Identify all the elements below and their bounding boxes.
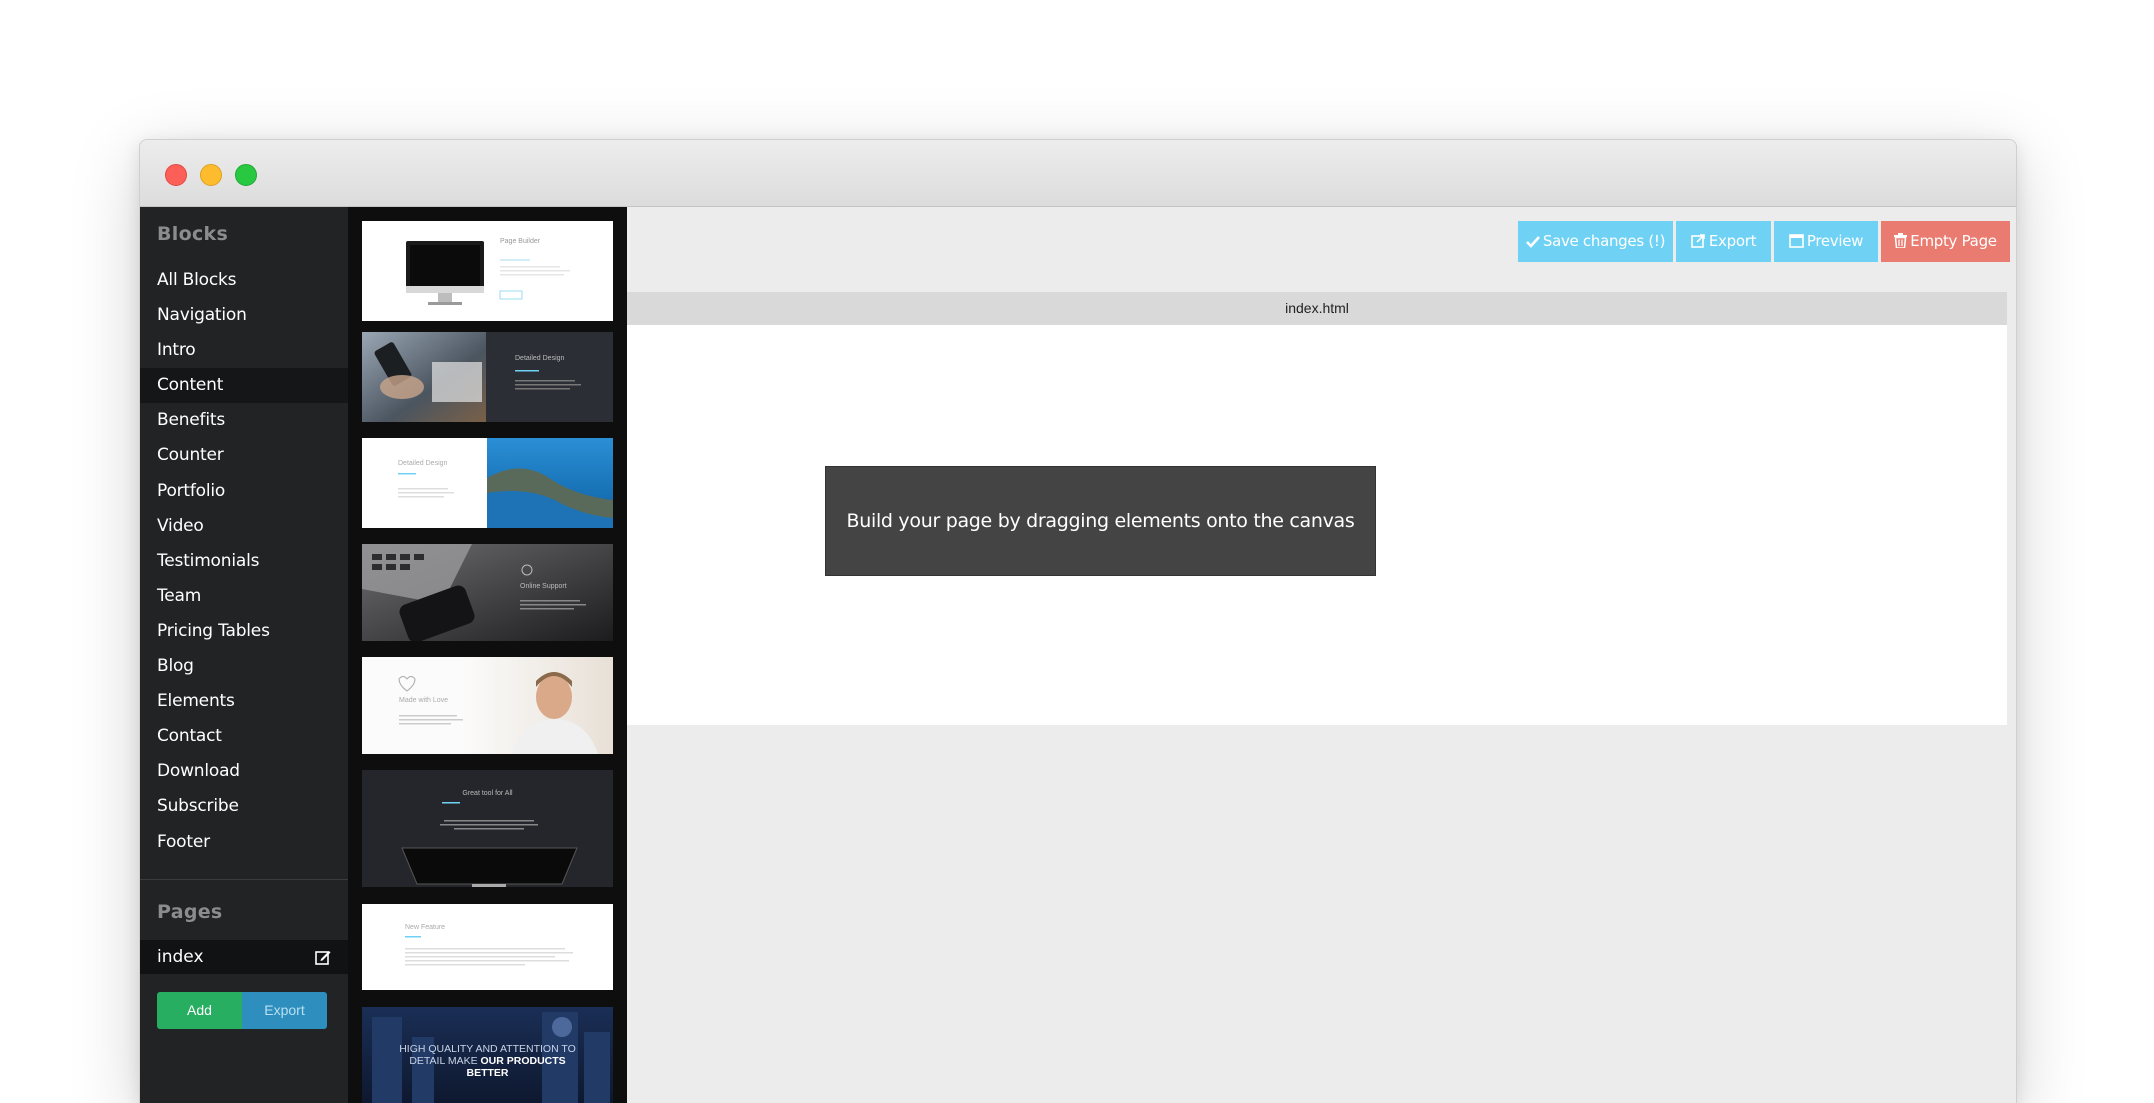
sidebar-item-pricing-tables[interactable]: Pricing Tables xyxy=(140,614,348,649)
thumbnail-title: Detailed Design xyxy=(398,460,448,467)
edit-page-icon[interactable] xyxy=(315,949,331,965)
thumbnail-title: Made with Love xyxy=(399,697,449,704)
export-icon xyxy=(1691,234,1705,248)
sidebar-item-elements[interactable]: Elements xyxy=(140,684,348,719)
sidebar-item-contact[interactable]: Contact xyxy=(140,719,348,754)
pages-heading: Pages xyxy=(157,901,223,923)
export-label: Export xyxy=(1708,232,1757,250)
monitor-image xyxy=(406,241,570,305)
man-portrait-image xyxy=(398,657,613,754)
window-icon xyxy=(1789,234,1804,248)
blocks-panel: Page Builder Detailed Design Detailed De… xyxy=(348,207,627,1103)
text-block xyxy=(405,936,573,966)
maximize-window-button[interactable] xyxy=(235,164,257,186)
sidebar-item-footer[interactable]: Footer xyxy=(140,825,348,860)
headline-line-2-text: DETAIL MAKE xyxy=(409,1055,481,1067)
sidebar-divider xyxy=(140,879,348,880)
block-thumbnail[interactable]: Page Builder xyxy=(362,221,613,321)
sidebar-item-all-blocks[interactable]: All Blocks xyxy=(140,263,348,298)
thumbnail-title: Detailed Design xyxy=(515,355,565,362)
coast-image xyxy=(398,438,613,528)
close-window-button[interactable] xyxy=(165,164,187,186)
tab-index-html[interactable]: index.html xyxy=(627,292,2007,325)
sidebar: Blocks All Blocks Navigation Intro Conte… xyxy=(140,207,348,1103)
block-category-list: All Blocks Navigation Intro Content Bene… xyxy=(140,263,348,860)
sidebar-item-intro[interactable]: Intro xyxy=(140,333,348,368)
add-page-button[interactable]: Add xyxy=(157,992,242,1029)
canvas-placeholder-message: Build your page by dragging elements ont… xyxy=(825,466,1376,576)
headline-line-3: BETTER xyxy=(466,1067,509,1079)
headline-line-1: HIGH QUALITY AND ATTENTION TO xyxy=(399,1043,576,1055)
sidebar-item-blog[interactable]: Blog xyxy=(140,649,348,684)
sidebar-item-video[interactable]: Video xyxy=(140,509,348,544)
sidebar-item-testimonials[interactable]: Testimonials xyxy=(140,544,348,579)
minimize-window-button[interactable] xyxy=(200,164,222,186)
sidebar-item-navigation[interactable]: Navigation xyxy=(140,298,348,333)
export-button[interactable]: Export xyxy=(1676,221,1771,262)
block-thumbnail[interactable]: Made with Love xyxy=(362,657,613,754)
preview-button[interactable]: Preview xyxy=(1774,221,1878,262)
thumbnail-title: New Feature xyxy=(405,924,446,931)
thumbnail-title: Online Support xyxy=(520,583,567,590)
app-window: Blocks All Blocks Navigation Intro Conte… xyxy=(139,139,2017,1103)
page-item-index[interactable]: index xyxy=(140,940,348,974)
title-bar xyxy=(140,140,2016,207)
thumbnail-title: Page Builder xyxy=(500,238,541,245)
sidebar-item-benefits[interactable]: Benefits xyxy=(140,403,348,438)
thumbnail-title: Great tool for All xyxy=(462,790,513,797)
sidebar-item-download[interactable]: Download xyxy=(140,754,348,789)
blocks-heading: Blocks xyxy=(157,223,229,245)
page-canvas[interactable]: Build your page by dragging elements ont… xyxy=(627,325,2007,725)
block-thumbnail[interactable]: Detailed Design xyxy=(362,438,613,528)
block-thumbnail[interactable]: Online Support xyxy=(362,544,613,641)
headline-line-2: DETAIL MAKE OUR PRODUCTS xyxy=(362,1055,613,1067)
block-thumbnail[interactable]: Detailed Design xyxy=(362,332,613,422)
preview-label: Preview xyxy=(1806,232,1864,250)
phone-hands-image xyxy=(362,332,581,422)
export-page-button[interactable]: Export xyxy=(242,992,327,1029)
page-item-label: index xyxy=(157,947,204,967)
laptop-image xyxy=(362,544,613,641)
trash-icon xyxy=(1894,233,1908,249)
sidebar-item-content[interactable]: Content xyxy=(140,368,348,404)
empty-page-button[interactable]: Empty Page xyxy=(1881,221,2010,262)
sidebar-item-portfolio[interactable]: Portfolio xyxy=(140,474,348,509)
block-thumbnail[interactable]: Great tool for All xyxy=(362,770,613,887)
thumbnail-headline: HIGH QUALITY AND ATTENTION TO DETAIL MAK… xyxy=(362,1043,613,1079)
save-changes-label: Save changes (!) xyxy=(1542,232,1666,250)
sidebar-item-team[interactable]: Team xyxy=(140,579,348,614)
empty-page-label: Empty Page xyxy=(1910,232,1997,250)
toolbar: Save changes (!) Export Preview Empty Pa… xyxy=(627,207,2016,289)
sidebar-item-counter[interactable]: Counter xyxy=(140,438,348,473)
sidebar-item-subscribe[interactable]: Subscribe xyxy=(140,789,348,824)
block-thumbnail[interactable]: New Feature xyxy=(362,904,613,990)
check-icon xyxy=(1525,236,1540,248)
save-changes-button[interactable]: Save changes (!) xyxy=(1518,221,1673,262)
block-thumbnail[interactable]: HIGH QUALITY AND ATTENTION TO DETAIL MAK… xyxy=(362,1007,613,1103)
headline-line-2-bold: OUR PRODUCTS xyxy=(480,1055,566,1067)
monitor-dark-image xyxy=(401,802,578,887)
